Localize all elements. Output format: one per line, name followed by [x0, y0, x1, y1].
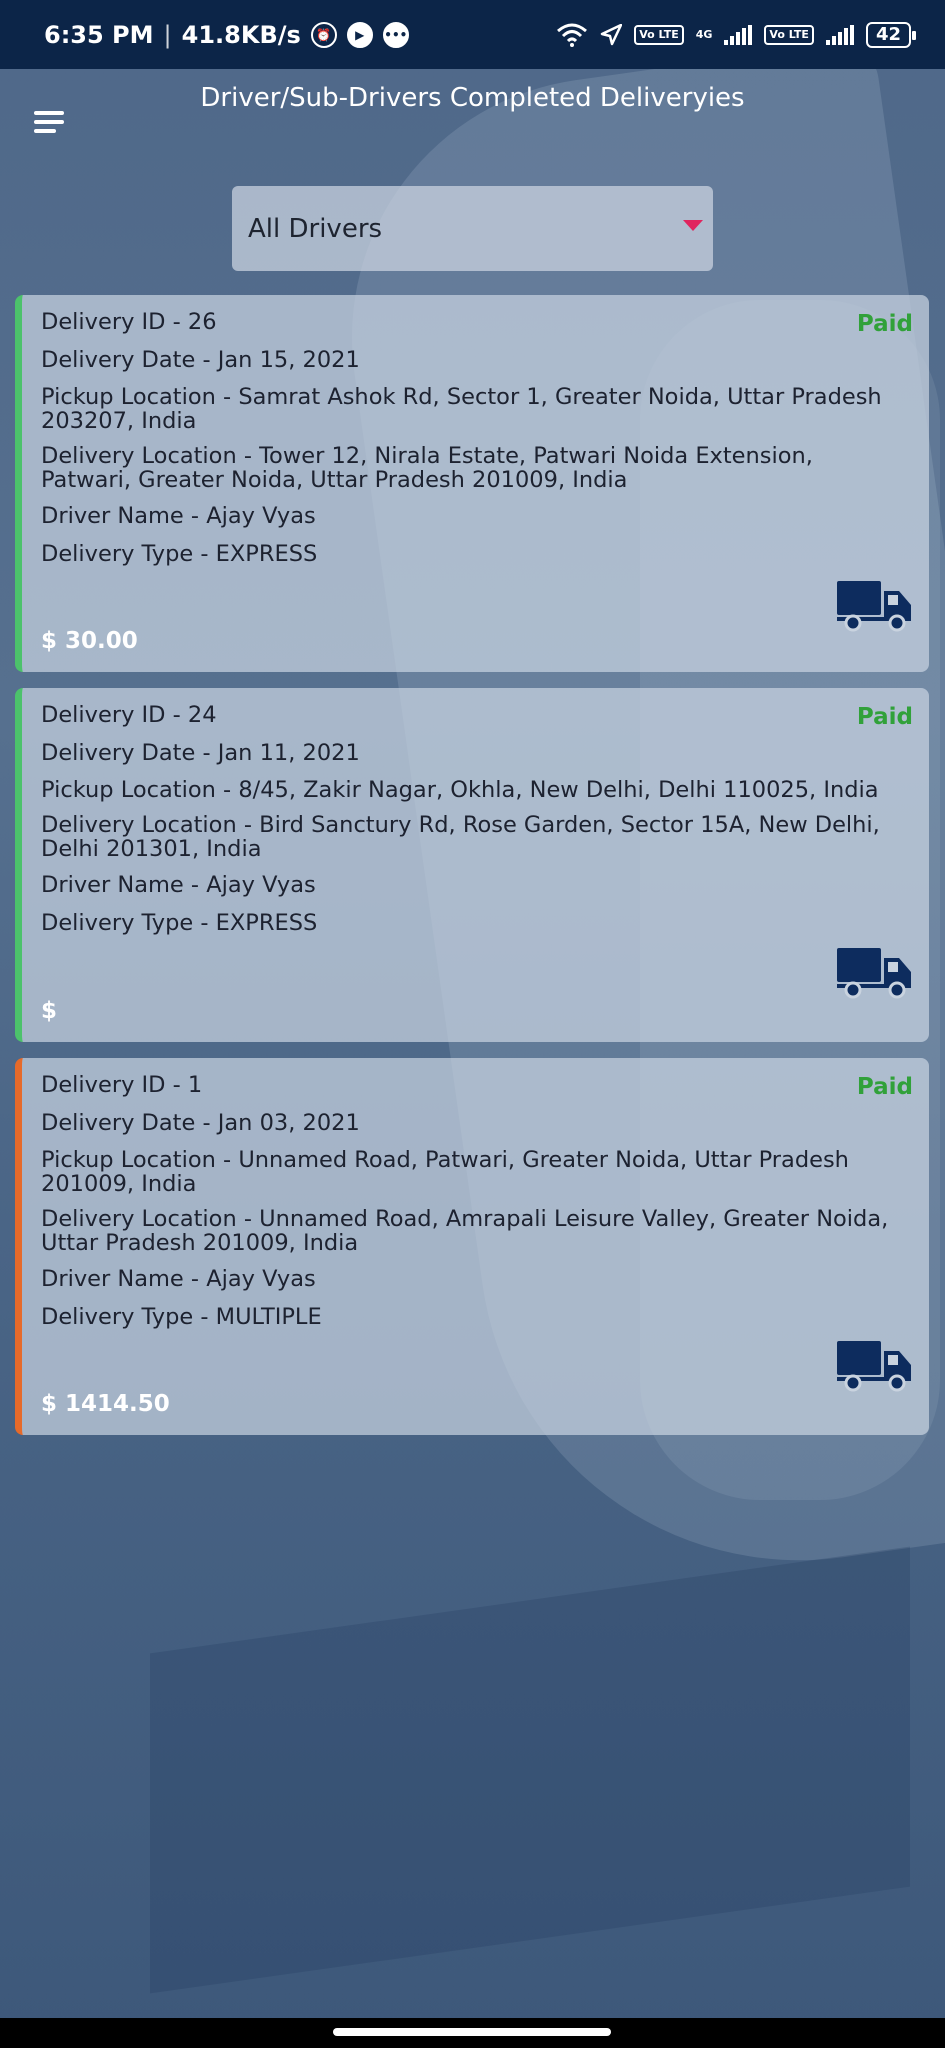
- signal-icon: [724, 24, 753, 45]
- pickup-location: Pickup Location - Samrat Ashok Rd, Secto…: [41, 384, 882, 434]
- delivery-date: Delivery Date - Jan 03, 2021: [41, 1110, 360, 1136]
- truck-icon: [837, 581, 911, 632]
- truck-icon: [837, 948, 911, 999]
- wifi-icon: [557, 23, 588, 47]
- pickup-location: Pickup Location - Unnamed Road, Patwari,…: [41, 1147, 849, 1197]
- hamburger-menu-icon[interactable]: [30, 109, 70, 139]
- divider: |: [163, 20, 172, 49]
- delivery-price: $ 30.00: [41, 628, 138, 654]
- payment-status-badge: Paid: [856, 1074, 913, 1100]
- signal-icon: [825, 24, 854, 45]
- payment-status-badge: Paid: [856, 311, 913, 337]
- delivery-id: Delivery ID - 1: [41, 1072, 203, 1098]
- delivery-type: Delivery Type - EXPRESS: [41, 910, 318, 936]
- delivery-card[interactable]: Delivery ID - 24 Delivery Date - Jan 11,…: [15, 688, 929, 1042]
- delivery-id: Delivery ID - 24: [41, 702, 217, 728]
- chevron-down-icon: [683, 220, 703, 231]
- delivery-id: Delivery ID - 26: [41, 309, 217, 335]
- play-icon: ▶: [346, 21, 373, 48]
- delivery-price: $ 1414.50: [41, 1391, 170, 1417]
- delivery-date: Delivery Date - Jan 15, 2021: [41, 347, 360, 373]
- status-bar: 6:35 PM | 41.8KB/s ⏰ ▶ ••• Vo LTE 4G Vo …: [0, 0, 945, 69]
- driver-name: Driver Name - Ajay Vyas: [41, 1266, 316, 1292]
- app-header: Driver/Sub-Drivers Completed Deliveryies: [0, 69, 945, 179]
- delivery-type: Delivery Type - EXPRESS: [41, 541, 318, 567]
- location-icon: [600, 23, 623, 45]
- message-icon: •••: [382, 21, 409, 48]
- delivery-location: Delivery Location - Bird Sanctury Rd, Ro…: [41, 812, 880, 862]
- home-gesture-handle[interactable]: [333, 2028, 611, 2036]
- delivery-price: $: [41, 998, 58, 1024]
- delivery-date: Delivery Date - Jan 11, 2021: [41, 740, 360, 766]
- background-box-shape: [150, 1546, 910, 1994]
- payment-status-badge: Paid: [856, 704, 913, 730]
- status-bar-right: Vo LTE 4G Vo LTE 42: [556, 21, 917, 48]
- network-type: 4G: [695, 28, 713, 41]
- driver-filter-value: All Drivers: [248, 213, 383, 244]
- driver-name: Driver Name - Ajay Vyas: [41, 503, 316, 529]
- truck-icon: [837, 1341, 911, 1392]
- page-title: Driver/Sub-Drivers Completed Deliveryies: [200, 83, 745, 113]
- system-nav-bar: [0, 2018, 945, 2048]
- driver-name: Driver Name - Ajay Vyas: [41, 872, 316, 898]
- delivery-location: Delivery Location - Unnamed Road, Amrapa…: [41, 1206, 889, 1256]
- volte-icon: Vo LTE: [634, 24, 684, 45]
- delivery-card[interactable]: Delivery ID - 1 Delivery Date - Jan 03, …: [15, 1058, 929, 1435]
- clock: 6:35 PM: [44, 20, 154, 49]
- battery-icon: 42: [865, 21, 917, 48]
- delivery-type: Delivery Type - MULTIPLE: [41, 1304, 322, 1330]
- network-speed: 41.8KB/s: [181, 20, 301, 49]
- delivery-card[interactable]: Delivery ID - 26 Delivery Date - Jan 15,…: [15, 295, 929, 672]
- status-bar-left: 6:35 PM | 41.8KB/s ⏰ ▶ •••: [44, 21, 409, 49]
- pickup-location: Pickup Location - 8/45, Zakir Nagar, Okh…: [41, 777, 879, 803]
- delivery-location: Delivery Location - Tower 12, Nirala Est…: [41, 443, 813, 493]
- driver-filter-dropdown[interactable]: All Drivers: [232, 186, 713, 271]
- volte-icon: Vo LTE: [764, 24, 814, 45]
- alarm-icon: ⏰: [310, 21, 337, 48]
